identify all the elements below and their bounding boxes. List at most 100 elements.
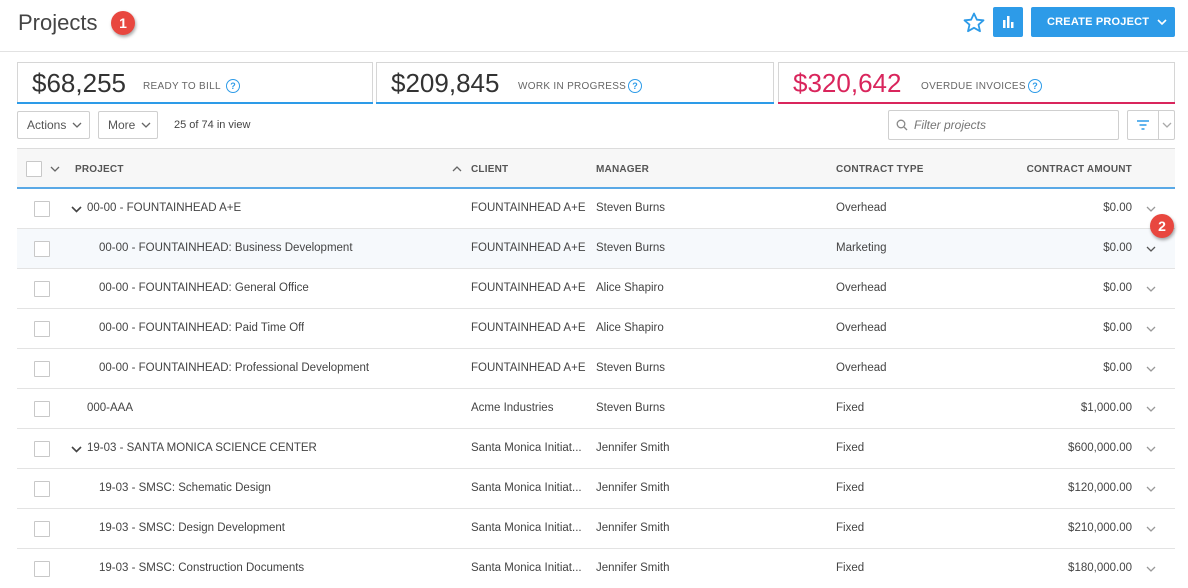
row-checkbox[interactable] — [34, 241, 50, 257]
manager-name: Steven Burns — [596, 202, 666, 214]
actions-label: Actions — [27, 118, 67, 132]
page-header: Projects 1 CREATE PROJECT — [0, 0, 1188, 52]
row-checkbox[interactable] — [34, 361, 50, 377]
row-checkbox[interactable] — [34, 441, 50, 457]
reports-chart-button[interactable] — [993, 7, 1023, 37]
kpi-ready-to-bill[interactable]: $68,255 READY TO BILL ? — [17, 62, 373, 104]
row-menu-chevron-icon[interactable] — [1145, 484, 1157, 494]
filter-projects-input[interactable] — [888, 110, 1119, 140]
expand-chevron-icon[interactable] — [71, 205, 82, 214]
more-label: More — [108, 118, 136, 132]
row-menu-chevron-icon[interactable] — [1145, 284, 1157, 294]
row-checkbox[interactable] — [34, 401, 50, 417]
help-icon[interactable]: ? — [628, 79, 642, 93]
table-row[interactable]: 19-03 - SMSC: Design Development Santa Mo… — [17, 509, 1175, 549]
select-all-checkbox[interactable] — [26, 161, 42, 177]
chevron-down-icon — [72, 122, 82, 129]
table-row[interactable]: 00-00 - FOUNTAINHEAD: General Office FOUN… — [17, 269, 1175, 309]
chevron-down-icon[interactable] — [1162, 122, 1172, 129]
row-menu-chevron-icon[interactable] — [1145, 364, 1157, 374]
row-menu-chevron-icon[interactable] — [1145, 324, 1157, 334]
client-name: Santa Monica Initiat... — [471, 442, 582, 454]
project-name[interactable]: 19-03 - SMSC: Schematic Design — [99, 482, 271, 494]
sort-ascending-icon[interactable] — [452, 165, 462, 172]
contract-amount: $0.00 — [1103, 202, 1132, 214]
projects-table: PROJECT CLIENT MANAGER CONTRACT TYPE CON… — [17, 148, 1175, 588]
create-project-button[interactable]: CREATE PROJECT — [1031, 7, 1175, 37]
manager-name: Jennifer Smith — [596, 522, 670, 534]
column-header-project[interactable]: PROJECT — [75, 164, 124, 175]
filter-button[interactable] — [1127, 110, 1175, 140]
client-name: Santa Monica Initiat... — [471, 522, 582, 534]
project-name[interactable]: 19-03 - SANTA MONICA SCIENCE CENTER — [87, 442, 317, 454]
client-name: FOUNTAINHEAD A+E — [471, 242, 586, 254]
table-row[interactable]: 00-00 - FOUNTAINHEAD: Business Developme… — [17, 229, 1175, 269]
project-name[interactable]: 19-03 - SMSC: Construction Documents — [99, 562, 304, 574]
divider — [1158, 111, 1159, 139]
table-row[interactable]: 19-03 - SMSC: Construction Documents Sant… — [17, 549, 1175, 588]
manager-name: Alice Shapiro — [596, 282, 664, 294]
contract-type: Fixed — [836, 402, 865, 414]
project-name[interactable]: 00-00 - FOUNTAINHEAD A+E — [87, 202, 241, 214]
row-menu-chevron-icon[interactable] — [1145, 524, 1157, 534]
favorite-star-icon[interactable] — [962, 11, 986, 35]
row-menu-chevron-icon[interactable] — [1145, 564, 1157, 574]
contract-amount: $180,000.00 — [1068, 562, 1132, 574]
create-project-label: CREATE PROJECT — [1047, 16, 1150, 28]
row-menu-chevron-icon[interactable] — [1145, 404, 1157, 414]
project-name[interactable]: 000-AAA — [87, 402, 133, 414]
kpi-value: $209,845 — [391, 68, 500, 98]
row-checkbox[interactable] — [34, 201, 50, 217]
column-header-manager[interactable]: MANAGER — [596, 164, 649, 175]
contract-amount: $0.00 — [1103, 322, 1132, 334]
row-menu-chevron-icon[interactable] — [1145, 444, 1157, 454]
expand-chevron-icon[interactable] — [71, 445, 82, 454]
view-count: 25 of 74 in view — [174, 119, 251, 131]
table-header: PROJECT CLIENT MANAGER CONTRACT TYPE CON… — [17, 148, 1175, 189]
kpi-value: $320,642 — [793, 68, 902, 98]
table-row[interactable]: 19-03 - SANTA MONICA SCIENCE CENTER Santa… — [17, 429, 1175, 469]
manager-name: Jennifer Smith — [596, 562, 670, 574]
chevron-down-icon — [1157, 18, 1167, 26]
manager-name: Steven Burns — [596, 362, 666, 374]
table-row[interactable]: 19-03 - SMSC: Schematic Design Santa Moni… — [17, 469, 1175, 509]
table-row[interactable]: 000-AAA Acme Industries Steven Burns Fixed $… — [17, 389, 1175, 429]
table-row[interactable]: 00-00 - FOUNTAINHEAD A+E FOUNTAINHEAD A+E… — [17, 189, 1175, 229]
table-row[interactable]: 00-00 - FOUNTAINHEAD: Paid Time Off FOUNT… — [17, 309, 1175, 349]
actions-dropdown[interactable]: Actions — [17, 111, 90, 139]
row-checkbox[interactable] — [34, 521, 50, 537]
more-dropdown[interactable]: More — [98, 111, 158, 139]
kpi-work-in-progress[interactable]: $209,845 WORK IN PROGRESS ? — [376, 62, 774, 104]
help-icon[interactable]: ? — [1028, 79, 1042, 93]
kpi-overdue-invoices[interactable]: $320,642 OVERDUE INVOICES ? — [778, 62, 1175, 104]
row-checkbox[interactable] — [34, 321, 50, 337]
column-header-client[interactable]: CLIENT — [471, 164, 508, 175]
project-name[interactable]: 00-00 - FOUNTAINHEAD: General Office — [99, 282, 309, 294]
client-name: FOUNTAINHEAD A+E — [471, 322, 586, 334]
kpi-underline — [778, 102, 1175, 104]
contract-amount: $0.00 — [1103, 242, 1132, 254]
manager-name: Jennifer Smith — [596, 442, 670, 454]
contract-amount: $0.00 — [1103, 282, 1132, 294]
row-menu-chevron-icon[interactable] — [1145, 204, 1157, 214]
callout-marker-1: 1 — [111, 11, 135, 35]
chevron-down-icon — [141, 122, 151, 129]
project-name[interactable]: 00-00 - FOUNTAINHEAD: Business Developme… — [99, 242, 353, 254]
project-name[interactable]: 00-00 - FOUNTAINHEAD: Paid Time Off — [99, 322, 304, 334]
help-icon[interactable]: ? — [226, 79, 240, 93]
column-header-contract-type[interactable]: CONTRACT TYPE — [836, 164, 924, 175]
contract-amount: $210,000.00 — [1068, 522, 1132, 534]
kpi-label: WORK IN PROGRESS — [518, 81, 627, 92]
bar-chart-icon — [1003, 16, 1014, 28]
contract-type: Fixed — [836, 562, 865, 574]
column-header-contract-amount[interactable]: CONTRACT AMOUNT — [1027, 164, 1132, 175]
row-checkbox[interactable] — [34, 561, 50, 577]
row-menu-chevron-icon[interactable] — [1145, 244, 1157, 254]
kpi-value: $68,255 — [32, 68, 126, 98]
row-checkbox[interactable] — [34, 481, 50, 497]
chevron-down-icon[interactable] — [50, 166, 60, 173]
project-name[interactable]: 00-00 - FOUNTAINHEAD: Professional Devel… — [99, 362, 369, 374]
project-name[interactable]: 19-03 - SMSC: Design Development — [99, 522, 285, 534]
table-row[interactable]: 00-00 - FOUNTAINHEAD: Professional Devel… — [17, 349, 1175, 389]
row-checkbox[interactable] — [34, 281, 50, 297]
